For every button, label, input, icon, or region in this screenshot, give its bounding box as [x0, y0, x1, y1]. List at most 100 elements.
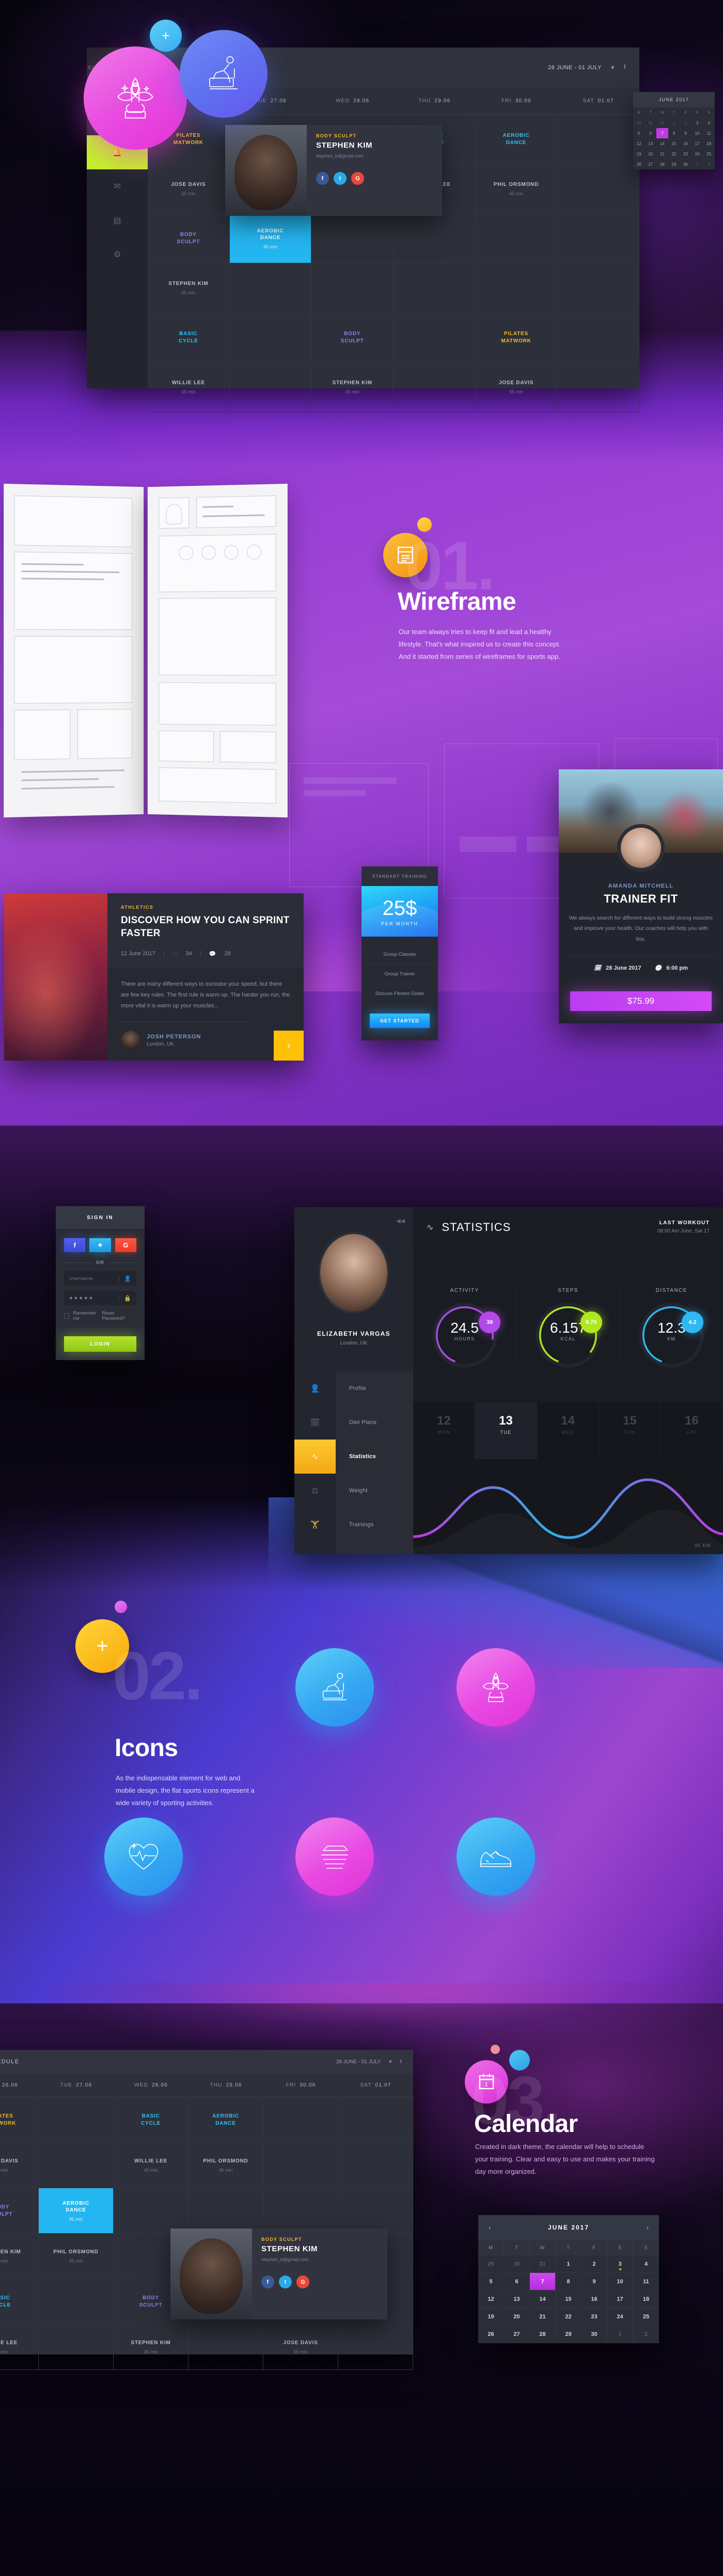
calendar-day[interactable]: 12	[478, 2290, 504, 2308]
sidebar-item-statistics[interactable]: ∿ Statistics	[294, 1440, 413, 1474]
calendar-day[interactable]: 12	[633, 138, 645, 149]
schedule-cell[interactable]: AEROBIC DANCE	[475, 115, 558, 164]
calendar-day[interactable]: 25	[633, 2308, 659, 2326]
schedule-cell[interactable]: BODYSCULPT	[148, 214, 230, 263]
calendar-day[interactable]: 23	[581, 2308, 607, 2326]
article-card[interactable]: ATHLETICS DISCOVER HOW YOU CAN SPRINT FA…	[4, 893, 304, 1061]
calendar-day[interactable]: 17	[691, 138, 703, 149]
calendar-day[interactable]: 13	[504, 2290, 530, 2308]
chevron-down-icon[interactable]: ▾	[611, 64, 615, 72]
schedule-cell[interactable]: WILLIE LEE 45 min	[148, 362, 230, 412]
calendar-day[interactable]: 26	[633, 159, 645, 169]
download-icon[interactable]: ⭳	[623, 62, 626, 73]
date-range-label[interactable]: 26 JUNE - 01 JULY	[336, 2059, 381, 2065]
chevron-left-icon[interactable]: ‹	[489, 2223, 491, 2232]
calendar-day[interactable]: 22	[556, 2308, 581, 2326]
calendar-day[interactable]: 10	[691, 128, 703, 138]
calendar-day[interactable]: 17	[607, 2290, 633, 2308]
day-tab[interactable]: 14 WED	[537, 1402, 599, 1459]
day-tab[interactable]: 15 THU	[599, 1402, 661, 1459]
twitter-icon[interactable]: ✦	[89, 1238, 111, 1252]
calendar-day[interactable]: 29	[556, 2326, 581, 2343]
twitter-icon[interactable]: t	[279, 2275, 292, 2288]
calendar-day[interactable]: 30	[680, 159, 691, 169]
running-machine-icon[interactable]	[295, 1648, 374, 1727]
calendar-day[interactable]: 8	[556, 2273, 581, 2290]
remember-me-checkbox[interactable]: Remember me	[64, 1310, 102, 1321]
chevron-right-icon[interactable]: ›	[646, 2223, 649, 2232]
sidebar-item-weight[interactable]: ⚖ Weight	[294, 1474, 413, 1508]
calendar-day[interactable]: 3	[691, 118, 703, 128]
schedule-cell[interactable]: WILLIE LEE 45 min	[114, 2143, 188, 2188]
chat-icon[interactable]: ✉	[87, 169, 148, 203]
date-range-label[interactable]: 26 JUNE - 01 JULY	[548, 65, 602, 71]
heart-icon[interactable]: ♡	[172, 951, 178, 957]
calendar-day[interactable]: 31	[656, 118, 668, 128]
calendar-day[interactable]: 29	[668, 159, 680, 169]
calendar-day[interactable]: 26	[478, 2326, 504, 2343]
calendar-day[interactable]: 4	[703, 118, 715, 128]
day-tab[interactable]: 12 MON	[413, 1402, 475, 1459]
calendar-day[interactable]: 14	[530, 2290, 556, 2308]
calendar-day[interactable]: 11	[633, 2273, 659, 2290]
calendar-day[interactable]: 1	[556, 2255, 581, 2273]
comment-icon[interactable]: 💬	[209, 951, 216, 957]
calendar-day[interactable]: 28	[530, 2326, 556, 2343]
calendar-day[interactable]: 29	[633, 118, 645, 128]
calendar-day[interactable]: 5	[478, 2273, 504, 2290]
facebook-icon[interactable]: f	[261, 2275, 274, 2288]
calendar-day[interactable]: 31	[530, 2255, 556, 2273]
calendar-day[interactable]: 21	[656, 149, 668, 159]
reset-password-link[interactable]: Reset Password?	[102, 1310, 136, 1321]
schedule-cell[interactable]: STEPHEN KIM 45 min	[0, 2234, 39, 2279]
calendar-day[interactable]: 4	[633, 2255, 659, 2273]
schedule-cell[interactable]: JOSE DAVIS 55 min	[475, 362, 558, 412]
heart-rate-icon[interactable]	[104, 1818, 183, 1896]
calendar-day[interactable]: 9	[680, 128, 691, 138]
facebook-icon[interactable]: f	[64, 1238, 86, 1252]
yoga-lotus-icon[interactable]	[457, 1648, 535, 1727]
twitter-icon[interactable]: t	[334, 172, 347, 185]
calendar-day[interactable]: 21	[530, 2308, 556, 2326]
calendar-day[interactable]: 24	[691, 149, 703, 159]
sneaker-icon[interactable]	[457, 1818, 535, 1896]
schedule-cell[interactable]: JOSE DAVIS 55 min	[0, 2143, 39, 2188]
calendar-day[interactable]: 2	[581, 2255, 607, 2273]
download-icon[interactable]: ⭳	[400, 2058, 402, 2066]
calendar-day[interactable]: 3	[607, 2255, 633, 2273]
calendar-day[interactable]: 18	[633, 2290, 659, 2308]
calendar-day[interactable]: 14	[656, 138, 668, 149]
schedule-cell[interactable]: PILATESMATWORK	[475, 313, 558, 362]
schedule-cell[interactable]: JOSE DAVIS 55 min	[148, 164, 230, 214]
google-icon[interactable]: G	[296, 2275, 309, 2288]
calendar-day[interactable]: 19	[478, 2308, 504, 2326]
calendar-day[interactable]: 15	[668, 138, 680, 149]
schedule-cell[interactable]: STEPHEN KIM 45 min	[114, 2325, 188, 2370]
day-tab[interactable]: 16 FRI	[661, 1402, 723, 1459]
calendar-day[interactable]: 2	[680, 118, 691, 128]
calendar-day[interactable]: 7	[530, 2273, 556, 2290]
calendar-day[interactable]: 30	[581, 2326, 607, 2343]
facebook-icon[interactable]: f	[316, 172, 329, 185]
schedule-cell[interactable]: STEPHEN KIM 45 min	[148, 263, 230, 313]
calendar-day[interactable]: 2	[633, 2326, 659, 2343]
schedule-cell[interactable]: PHIL ORSMOND 45 min	[475, 164, 558, 214]
calendar-day[interactable]: 16	[581, 2290, 607, 2308]
calendar-day[interactable]: 1	[668, 118, 680, 128]
calendar-day[interactable]: 22	[668, 149, 680, 159]
weights-icon[interactable]	[295, 1818, 374, 1896]
schedule-cell[interactable]: PHIL ORSMOND 45 min	[39, 2234, 114, 2279]
calendar-day[interactable]: 24	[607, 2308, 633, 2326]
calendar-day[interactable]: 20	[504, 2308, 530, 2326]
calendar-day[interactable]: 8	[668, 128, 680, 138]
calendar-day[interactable]: 30	[645, 118, 657, 128]
schedule-cell[interactable]: STEPHEN KIM 45 min	[311, 362, 394, 412]
plus-icon-bubble[interactable]: +	[150, 20, 182, 52]
calendar-day[interactable]: 2	[703, 159, 715, 169]
chart-icon[interactable]: ▤	[87, 203, 148, 238]
chevron-right-icon[interactable]: ›	[274, 1031, 304, 1061]
schedule-cell[interactable]: AEROBIC DANCE	[188, 2097, 263, 2143]
gear-icon[interactable]: ⚙	[87, 238, 148, 272]
schedule-cell[interactable]: WILLIE LEE 45 min	[0, 2325, 39, 2370]
sidebar-item-diet-plans[interactable]: 🗓 Diet Plans	[294, 1405, 413, 1440]
